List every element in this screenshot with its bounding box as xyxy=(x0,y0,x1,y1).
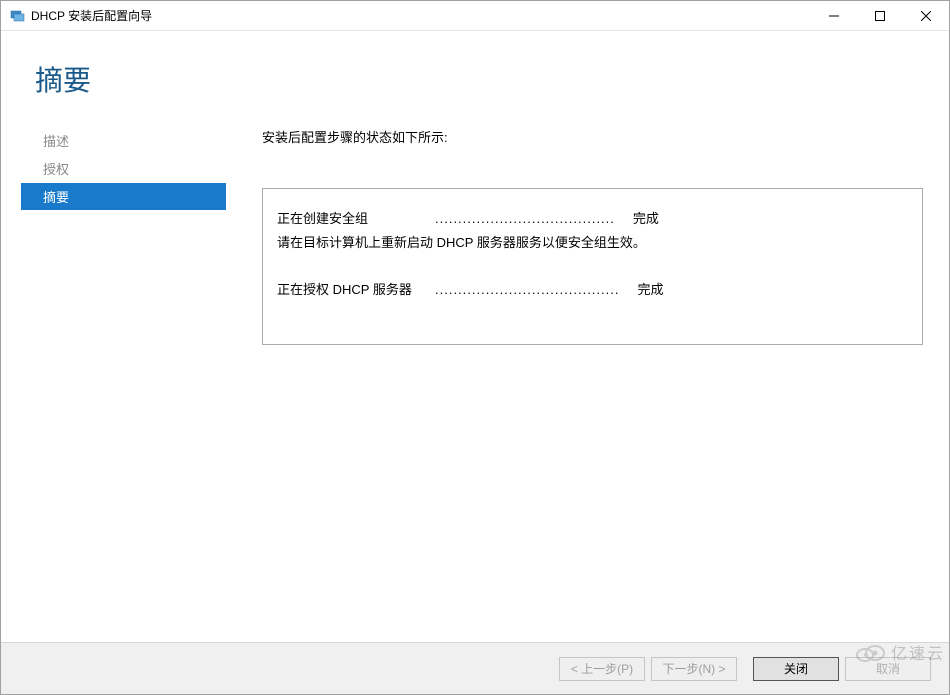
status-dots: ....................................... xyxy=(435,209,615,229)
page-title: 摘要 xyxy=(35,59,915,99)
window-title: DHCP 安装后配置向导 xyxy=(31,7,811,24)
maximize-button[interactable] xyxy=(857,1,903,30)
status-row-create-group: 正在创建安全组 ................................… xyxy=(277,209,908,229)
minimize-button[interactable] xyxy=(811,1,857,30)
titlebar: DHCP 安装后配置向导 xyxy=(1,1,949,31)
status-row-authorize: 正在授权 DHCP 服务器 ..........................… xyxy=(277,280,908,300)
status-dots: ........................................ xyxy=(435,280,619,300)
cancel-button: 取消 xyxy=(845,657,931,681)
wizard-header: 摘要 xyxy=(1,31,949,119)
wizard-sidebar: 描述 授权 摘要 xyxy=(1,119,226,642)
wizard-footer: < 上一步(P) 下一步(N) > 关闭 取消 xyxy=(1,642,949,694)
status-box: 正在创建安全组 ................................… xyxy=(262,188,923,345)
close-wizard-button[interactable]: 关闭 xyxy=(753,657,839,681)
close-button[interactable] xyxy=(903,1,949,30)
wizard-content: 安装后配置步骤的状态如下所示: 正在创建安全组 ................… xyxy=(226,119,949,642)
next-button: 下一步(N) > xyxy=(651,657,737,681)
sidebar-item-description[interactable]: 描述 xyxy=(33,127,226,154)
wizard-window: DHCP 安装后配置向导 摘要 描述 授权 摘要 安装后配置步骤的状态如下所示: xyxy=(0,0,950,695)
app-icon xyxy=(9,8,25,24)
status-task-label: 正在授权 DHCP 服务器 xyxy=(277,280,427,300)
status-task-label: 正在创建安全组 xyxy=(277,209,427,229)
sidebar-item-summary[interactable]: 摘要 xyxy=(21,183,226,210)
previous-button: < 上一步(P) xyxy=(559,657,645,681)
status-result: 完成 xyxy=(637,280,663,300)
status-note: 请在目标计算机上重新启动 DHCP 服务器服务以便安全组生效。 xyxy=(277,233,908,253)
status-result: 完成 xyxy=(633,209,659,229)
window-controls xyxy=(811,1,949,30)
intro-text: 安装后配置步骤的状态如下所示: xyxy=(262,127,923,146)
wizard-body: 描述 授权 摘要 安装后配置步骤的状态如下所示: 正在创建安全组 .......… xyxy=(1,119,949,642)
sidebar-item-authorize[interactable]: 授权 xyxy=(33,155,226,182)
